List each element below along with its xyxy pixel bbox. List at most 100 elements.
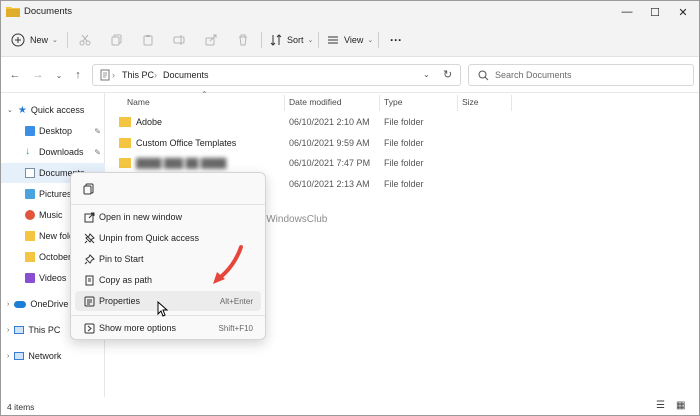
sidebar-item-label: Downloads [39, 147, 84, 157]
menu-item-open-new-window[interactable]: Open in new window [75, 207, 261, 227]
documents-icon [100, 69, 110, 81]
menu-item-label: Properties [99, 296, 141, 306]
menu-item-label: Unpin from Quick access [99, 233, 200, 243]
music-icon [25, 210, 35, 220]
network-icon [14, 352, 25, 360]
breadcrumb-documents[interactable]: Documents [163, 70, 209, 80]
folder-icon [119, 158, 131, 168]
sidebar-item-label: Pictures [39, 189, 72, 199]
sidebar-item-label: This PC [28, 325, 61, 335]
title-bar: Documents — ☐ ✕ [1, 1, 699, 23]
properties-icon [83, 295, 95, 307]
toolbar-divider [378, 32, 379, 48]
pictures-icon [25, 189, 35, 199]
sidebar-item-this-pc[interactable]: › This PC [7, 320, 60, 340]
sidebar-item-videos[interactable]: Videos [25, 268, 66, 288]
more-options-button[interactable]: ··· [390, 31, 402, 49]
back-arrow-icon[interactable]: ← [8, 68, 22, 82]
sidebar-item-label: Quick access [30, 105, 85, 115]
star-icon: ★ [17, 104, 27, 116]
command-bar: New ⌄ Sort ⌄ View ⌄ ··· [1, 23, 699, 57]
address-row: ← → ⌄ ↑ › This PC › Documents ⌄ ↻ Search… [1, 57, 699, 93]
sort-label: Sort [287, 35, 304, 45]
sidebar-item-label: Desktop [39, 126, 73, 136]
table-row[interactable]: Adobe 06/10/2021 2:10 AM File folder [116, 112, 506, 132]
sidebar-item-quick-access[interactable]: ⌄ ★ Quick access [7, 100, 84, 120]
cut-icon[interactable] [77, 32, 93, 48]
menu-item-label: Show more options [99, 323, 177, 333]
file-date: 06/10/2021 2:10 AM [289, 117, 370, 127]
new-label: New [30, 35, 49, 45]
desktop-icon [25, 126, 35, 136]
tiles-view-icon[interactable]: ▦ [676, 400, 685, 411]
sort-ascending-icon: ⌃ [201, 90, 208, 99]
sidebar-item-label: Network [28, 351, 62, 361]
sidebar-item-network[interactable]: › Network [7, 346, 61, 366]
share-icon[interactable] [203, 32, 219, 48]
search-box[interactable]: Search Documents [468, 64, 694, 86]
sidebar-item-new-folder[interactable]: New fold [25, 226, 74, 246]
sidebar-item-october[interactable]: October [25, 247, 71, 267]
menu-item-show-more-options[interactable]: Show more options Shift+F10 [75, 318, 261, 338]
file-date: 06/10/2021 9:59 AM [289, 138, 370, 148]
sidebar-item-pictures[interactable]: Pictures [25, 184, 72, 204]
file-type: File folder [384, 138, 424, 148]
file-type: File folder [384, 117, 424, 127]
file-name: Adobe [136, 117, 163, 127]
copy-icon[interactable] [109, 32, 125, 48]
column-divider[interactable] [379, 95, 380, 111]
sidebar-item-downloads[interactable]: ↓ Downloads ✎ [25, 142, 105, 162]
column-header-date[interactable]: Date modified [289, 97, 341, 111]
column-divider[interactable] [457, 95, 458, 111]
status-bar: 4 items ☰ ▦ [1, 397, 699, 415]
pin-icon [83, 253, 95, 265]
menu-item-label: Copy as path [99, 275, 153, 285]
copy-icon[interactable] [79, 179, 99, 199]
menu-item-shortcut: Alt+Enter [219, 297, 253, 306]
chevron-down-icon: ⌄ [7, 107, 13, 114]
sidebar-item-desktop[interactable]: Desktop ✎ [25, 121, 105, 141]
maximize-button[interactable]: ☐ [641, 1, 669, 23]
view-button[interactable]: View ⌄ [327, 31, 373, 49]
up-arrow-icon[interactable]: ↑ [71, 68, 85, 82]
new-button[interactable]: New ⌄ [11, 31, 58, 49]
chevron-right-icon: › [7, 300, 10, 308]
column-header-name[interactable]: Name [127, 97, 150, 111]
cloud-icon [14, 300, 27, 308]
folder-icon [119, 138, 131, 148]
folder-icon [6, 7, 20, 17]
refresh-icon[interactable]: ↻ [443, 68, 452, 81]
details-view-icon[interactable]: ☰ [656, 400, 665, 411]
breadcrumb-this-pc[interactable]: This PC [122, 70, 154, 80]
column-header-size[interactable]: Size [462, 97, 479, 111]
address-bar[interactable]: › This PC › Documents ⌄ ↻ [92, 64, 461, 86]
sidebar-item-label: Videos [39, 273, 67, 283]
search-input: Search Documents [495, 70, 572, 80]
sidebar-item-music[interactable]: Music [25, 205, 63, 225]
paste-icon[interactable] [140, 32, 156, 48]
delete-icon[interactable] [235, 32, 251, 48]
close-button[interactable]: ✕ [669, 1, 697, 23]
recent-locations-icon[interactable]: ⌄ [52, 68, 66, 82]
file-date: 06/10/2021 2:13 AM [289, 179, 370, 189]
plus-circle-icon [11, 33, 25, 47]
chevron-down-icon[interactable]: ⌄ [423, 70, 430, 79]
table-row[interactable]: Custom Office Templates 06/10/2021 9:59 … [116, 133, 506, 153]
open-window-icon [83, 211, 95, 223]
toolbar-divider [67, 32, 68, 48]
breadcrumb-separator: › [112, 70, 115, 80]
column-header-type[interactable]: Type [384, 97, 402, 111]
mouse-cursor-icon [157, 301, 169, 317]
column-divider[interactable] [284, 95, 285, 111]
sort-button[interactable]: Sort ⌄ [270, 31, 313, 49]
folder-icon [25, 231, 35, 241]
unpin-icon [83, 232, 95, 244]
column-divider[interactable] [511, 95, 512, 111]
search-icon [478, 70, 489, 81]
forward-arrow-icon[interactable]: → [31, 68, 45, 82]
rename-icon[interactable] [171, 32, 187, 48]
chevron-right-icon: › [7, 352, 10, 360]
minimize-button[interactable]: — [613, 1, 641, 23]
table-row[interactable]: ████ ███ ██ ████ 06/10/2021 7:47 PM File… [116, 153, 506, 173]
sidebar-item-onedrive[interactable]: › OneDrive [7, 294, 68, 314]
